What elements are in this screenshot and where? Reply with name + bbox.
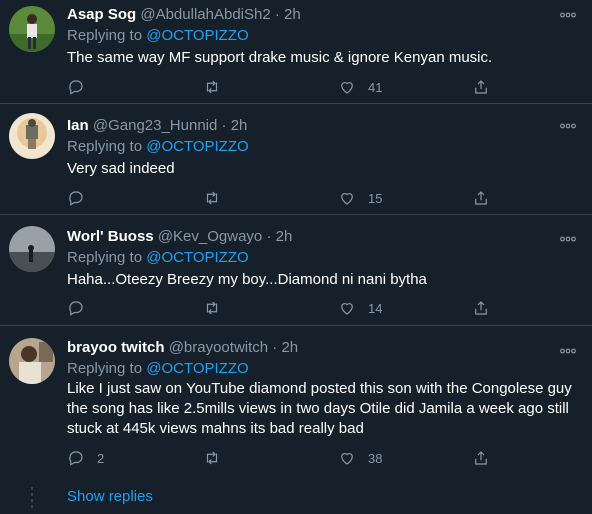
share-icon xyxy=(475,451,487,465)
avatar[interactable] xyxy=(9,113,55,159)
separator-dot: · xyxy=(272,339,278,356)
replying-prefix: Replying to xyxy=(67,249,143,266)
like-button[interactable]: 15 xyxy=(338,188,382,208)
tweet-header: Worl' Buoss @Kev_Ogwayo · 2h xyxy=(67,227,292,247)
mention-link[interactable]: @OCTOPIZZO xyxy=(146,27,248,44)
retweet-icon xyxy=(206,80,218,94)
tweet-actions: 2 38 xyxy=(67,448,507,468)
user-handle[interactable]: @brayootwitch xyxy=(169,339,268,356)
like-icon xyxy=(341,193,353,205)
timestamp[interactable]: 2h xyxy=(281,339,298,356)
reply-icon xyxy=(69,301,83,316)
tweet-actions: 15 xyxy=(67,188,507,208)
like-count: 15 xyxy=(368,190,383,206)
share-icon xyxy=(475,191,487,205)
tweet-actions: 41 xyxy=(67,77,507,97)
share-button[interactable] xyxy=(472,448,490,468)
more-icon[interactable] xyxy=(560,8,576,20)
tweet-header: Asap Sog @AbdullahAbdiSh2 · 2h xyxy=(67,5,301,25)
like-icon xyxy=(341,303,353,315)
separator-dot: · xyxy=(274,6,280,23)
retweet-icon xyxy=(206,191,218,205)
tweet-text: The same way MF support drake music & ig… xyxy=(67,49,493,66)
mention-link[interactable]: @OCTOPIZZO xyxy=(146,138,248,155)
timestamp[interactable]: 2h xyxy=(231,117,248,134)
replying-prefix: Replying to xyxy=(67,360,143,377)
replying-prefix: Replying to xyxy=(67,27,143,44)
separator-dot: · xyxy=(221,117,227,134)
tweet-actions: 14 xyxy=(67,298,507,318)
tweet[interactable]: Asap Sog @AbdullahAbdiSh2 · 2h Replying … xyxy=(0,0,592,104)
tweet-text: Very sad indeed xyxy=(67,160,175,177)
display-name[interactable]: Asap Sog xyxy=(67,6,136,23)
replying-to: Replying to @OCTOPIZZO xyxy=(67,137,249,157)
timestamp[interactable]: 2h xyxy=(284,6,301,23)
retweet-icon xyxy=(206,301,218,315)
share-icon xyxy=(475,80,487,94)
share-button[interactable] xyxy=(472,77,490,97)
mention-link[interactable]: @OCTOPIZZO xyxy=(146,249,248,266)
avatar[interactable] xyxy=(9,6,55,52)
like-button[interactable]: 41 xyxy=(338,77,382,97)
replying-to: Replying to @OCTOPIZZO xyxy=(67,26,249,46)
avatar[interactable] xyxy=(9,226,55,272)
reply-icon xyxy=(69,191,83,206)
reply-count: 2 xyxy=(97,450,105,466)
replying-prefix: Replying to xyxy=(67,138,143,155)
tweet[interactable]: Worl' Buoss @Kev_Ogwayo · 2h Replying to… xyxy=(0,215,592,326)
like-icon xyxy=(341,82,353,94)
share-button[interactable] xyxy=(472,298,490,318)
like-icon xyxy=(341,453,353,465)
tweet-header: Ian @Gang23_Hunnid · 2h xyxy=(67,116,247,136)
like-count: 41 xyxy=(368,79,383,95)
tweet-text: Like I just saw on YouTube diamond poste… xyxy=(67,380,572,437)
avatar[interactable] xyxy=(9,338,55,384)
tweet-header: brayoo twitch @brayootwitch · 2h xyxy=(67,338,298,358)
reply-button[interactable] xyxy=(67,77,97,97)
separator-dot: · xyxy=(266,228,272,245)
reply-icon xyxy=(69,451,83,466)
show-replies-link[interactable]: Show replies xyxy=(67,487,153,507)
display-name[interactable]: Ian xyxy=(67,117,89,134)
retweet-icon xyxy=(206,451,218,465)
like-button[interactable]: 14 xyxy=(338,298,382,318)
user-handle[interactable]: @AbdullahAbdiSh2 xyxy=(140,6,270,23)
retweet-button[interactable] xyxy=(203,298,221,318)
reply-button[interactable] xyxy=(67,188,97,208)
retweet-button[interactable] xyxy=(203,188,221,208)
like-count: 14 xyxy=(368,300,383,316)
user-handle[interactable]: @Gang23_Hunnid xyxy=(93,117,217,134)
share-button[interactable] xyxy=(472,188,490,208)
more-icon[interactable] xyxy=(560,119,576,131)
user-handle[interactable]: @Kev_Ogwayo xyxy=(158,228,262,245)
like-button[interactable]: 38 xyxy=(338,448,382,468)
tweet[interactable]: brayoo twitch @brayootwitch · 2h Replyin… xyxy=(0,326,592,476)
timestamp[interactable]: 2h xyxy=(276,228,293,245)
retweet-button[interactable] xyxy=(203,448,221,468)
tweet[interactable]: Ian @Gang23_Hunnid · 2h Replying to @OCT… xyxy=(0,104,592,215)
reply-icon xyxy=(69,80,83,95)
share-icon xyxy=(475,301,487,315)
retweet-button[interactable] xyxy=(203,77,221,97)
replying-to: Replying to @OCTOPIZZO xyxy=(67,248,249,268)
replying-to: Replying to @OCTOPIZZO xyxy=(67,359,249,379)
more-icon[interactable] xyxy=(560,344,576,356)
reply-button[interactable] xyxy=(67,298,97,318)
like-count: 38 xyxy=(368,450,383,466)
mention-link[interactable]: @OCTOPIZZO xyxy=(146,360,248,377)
more-icon[interactable] xyxy=(560,232,576,244)
tweet-text: Haha...Oteezy Breezy my boy...Diamond ni… xyxy=(67,271,427,288)
display-name[interactable]: Worl' Buoss xyxy=(67,228,154,245)
display-name[interactable]: brayoo twitch xyxy=(67,339,165,356)
thread-connector xyxy=(31,487,34,511)
reply-button[interactable]: 2 xyxy=(67,448,104,468)
